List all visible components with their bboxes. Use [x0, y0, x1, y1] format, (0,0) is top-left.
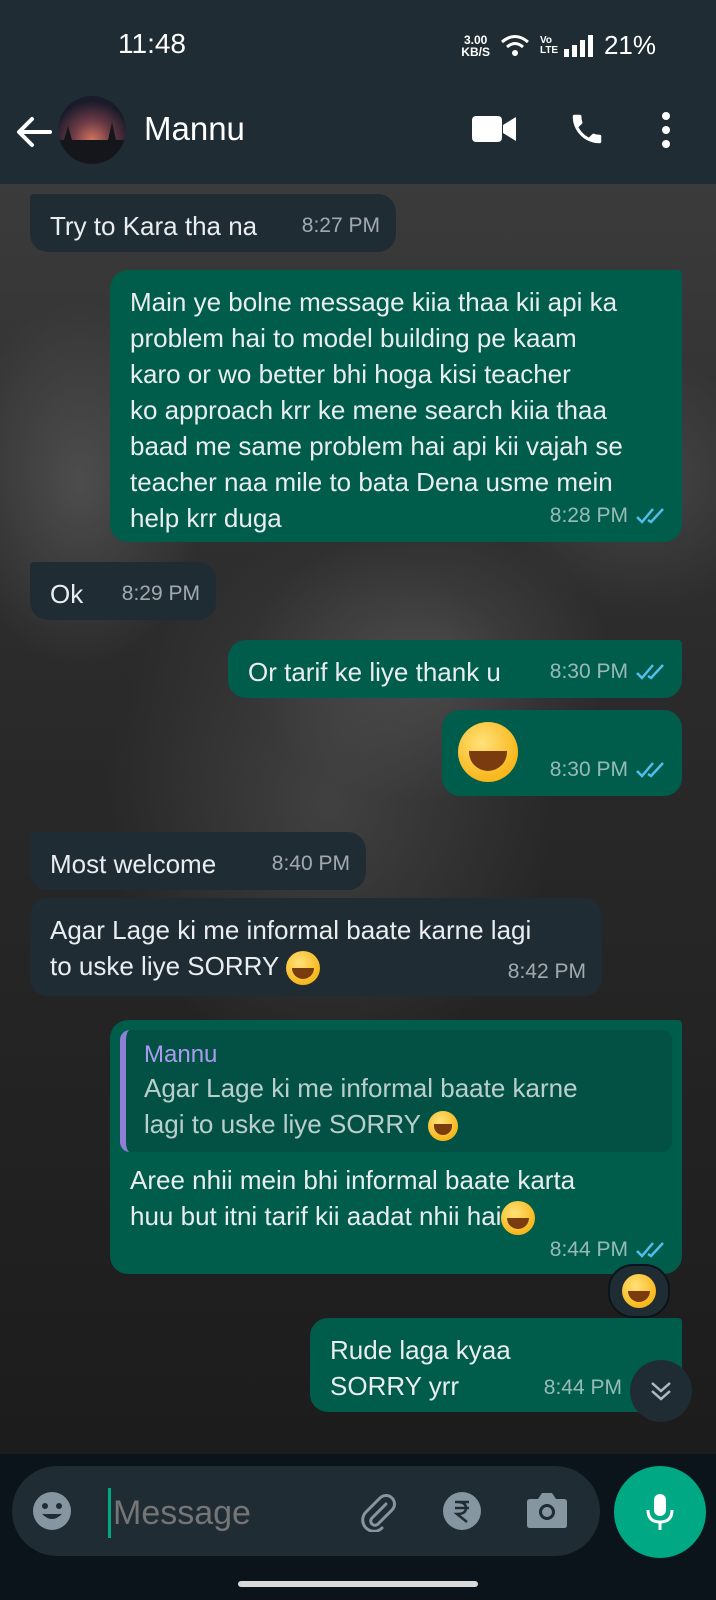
emoji-icon[interactable]: [32, 1491, 72, 1531]
message-time: 8:42 PM: [507, 960, 586, 983]
scroll-to-bottom-button[interactable]: [630, 1360, 692, 1422]
volte-indicator: Vo LTE: [539, 34, 559, 56]
mic-icon: [646, 1494, 674, 1530]
message-time: 8:28 PM: [549, 504, 628, 527]
avatar-image: [58, 122, 126, 164]
message-line: Rude laga kyaa: [330, 1335, 511, 1365]
message-text: Ok: [50, 579, 84, 609]
contact-avatar[interactable]: [58, 96, 126, 164]
status-bar: 11:48 3.00 KB/S Vo LTE 21%: [0, 0, 716, 90]
read-receipt-icon: [636, 1242, 664, 1258]
read-receipt-icon: [636, 664, 664, 680]
rupee-payment-icon[interactable]: [442, 1491, 482, 1531]
sweat-smile-emoji-icon: [458, 722, 518, 782]
sweat-smile-emoji-icon: [286, 951, 321, 986]
incoming-message[interactable]: Agar Lage ki me informal baate karne lag…: [30, 898, 602, 996]
message-text: Or tarif ke liye thank u: [248, 657, 501, 687]
chat-wallpaper: Try to Kara tha na 8:27 PM Main ye bolne…: [0, 184, 716, 1454]
quoted-message[interactable]: Mannu Agar Lage ki me informal baate kar…: [120, 1030, 672, 1152]
message-line: huu but itni tarif kii aadat nhii hai: [130, 1201, 502, 1231]
outgoing-message[interactable]: 8:30 PM: [442, 710, 682, 796]
wifi-icon: [500, 34, 529, 56]
incoming-message[interactable]: Ok 8:29 PM: [30, 562, 216, 620]
contact-name[interactable]: Mannu: [144, 110, 245, 148]
message-line: teacher naa mile to bata Dena usme mein: [130, 467, 613, 497]
video-call-icon[interactable]: [472, 114, 516, 144]
outgoing-reply-message[interactable]: Mannu Agar Lage ki me informal baate kar…: [110, 1020, 682, 1274]
message-time: 8:29 PM: [121, 582, 200, 605]
chat-header: Mannu: [0, 90, 716, 184]
quoted-line: Agar Lage ki me informal baate karne: [144, 1073, 578, 1103]
signal-icon: [563, 34, 593, 57]
battery-level: 21%: [603, 30, 656, 60]
message-line: karo or wo better bhi hoga kisi teacher: [130, 359, 571, 389]
incoming-message[interactable]: Most welcome 8:40 PM: [30, 832, 366, 890]
voice-record-button[interactable]: [614, 1466, 706, 1558]
joy-emoji-icon: [501, 1201, 536, 1236]
outgoing-message[interactable]: Rude laga kyaa SORRY yrr 8:44 PM: [310, 1318, 682, 1412]
message-reaction[interactable]: [608, 1264, 670, 1318]
message-text: Most welcome: [50, 849, 217, 879]
outgoing-message[interactable]: Or tarif ke liye thank u 8:30 PM: [228, 640, 682, 698]
read-receipt-icon: [636, 508, 664, 524]
home-indicator[interactable]: [238, 1581, 478, 1587]
composer-bar: [0, 1454, 716, 1600]
quoted-line: lagi to uske liye SORRY: [144, 1109, 421, 1139]
message-input-container[interactable]: [12, 1466, 600, 1556]
camera-icon[interactable]: [526, 1491, 568, 1529]
message-text: Try to Kara tha na: [50, 211, 258, 241]
message-line: to uske liye SORRY: [50, 951, 279, 981]
message-line: Main ye bolne message kiia thaa kii api …: [130, 287, 618, 317]
incoming-message[interactable]: Try to Kara tha na 8:27 PM: [30, 194, 396, 252]
outgoing-message[interactable]: Main ye bolne message kiia thaa kii api …: [110, 270, 682, 542]
message-line: Agar Lage ki me informal baate karne lag…: [50, 915, 532, 945]
network-speed-value: 3.00: [463, 32, 488, 47]
message-line: Aree nhii mein bhi informal baate karta: [130, 1165, 576, 1195]
quoted-sender: Mannu: [144, 1041, 218, 1068]
message-time: 8:30 PM: [549, 758, 628, 781]
back-arrow-icon[interactable]: [14, 112, 54, 152]
message-line: problem hai to model building pe kaam: [130, 323, 577, 353]
status-time: 11:48: [118, 28, 186, 59]
more-options-icon[interactable]: [660, 110, 672, 150]
message-time: 8:44 PM: [543, 1376, 622, 1399]
attach-icon[interactable]: [358, 1492, 398, 1532]
read-receipt-icon: [636, 762, 664, 778]
message-time: 8:44 PM: [549, 1238, 628, 1261]
message-time: 8:30 PM: [549, 660, 628, 683]
double-chevron-down-icon: [651, 1382, 671, 1401]
voice-call-icon[interactable]: [568, 110, 606, 148]
network-speed-unit: KB/S: [461, 44, 490, 59]
sweat-smile-emoji-icon: [427, 1111, 458, 1142]
joy-emoji-icon: [622, 1274, 656, 1308]
message-time: 8:40 PM: [271, 852, 350, 875]
message-input[interactable]: [108, 1488, 355, 1538]
network-speed: 3.00 KB/S: [461, 34, 490, 58]
message-line: baad me same problem hai api kii vajah s…: [130, 431, 623, 461]
status-indicators: 3.00 KB/S Vo LTE 21%: [461, 30, 656, 61]
message-time: 8:27 PM: [301, 214, 380, 237]
message-line: ko approach krr ke mene search kiia thaa: [130, 395, 607, 425]
